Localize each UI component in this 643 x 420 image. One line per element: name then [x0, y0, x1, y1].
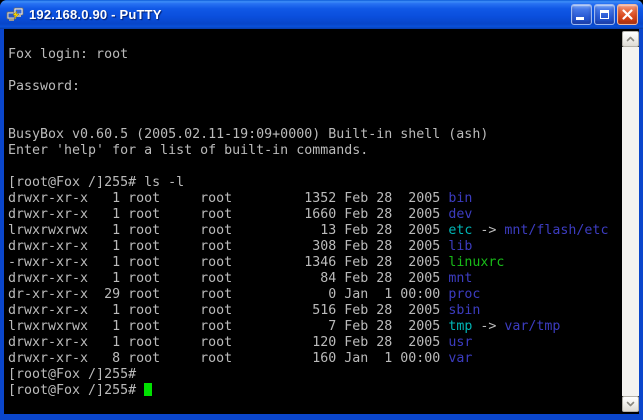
scrollbar[interactable] [622, 31, 639, 412]
ls-row: drwxr-xr-x 1 root root 1352 Feb 28 2005 … [8, 191, 622, 207]
file-name: usr [448, 335, 472, 350]
scrollbar-track[interactable] [622, 47, 639, 396]
ls-row: lrwxrwxrwx 1 root root 7 Feb 28 2005 tmp… [8, 319, 622, 335]
terminal-line [8, 111, 622, 127]
terminal-line [8, 159, 622, 175]
ls-row: drwxr-xr-x 8 root root 160 Jan 1 00:00 v… [8, 351, 622, 367]
title-bar[interactable]: 192.168.0.90 - PuTTY [0, 0, 643, 29]
command-line: [root@Fox /]255# ls -l [8, 175, 622, 191]
file-name: linuxrc [448, 255, 504, 270]
ls-row: -rwxr-xr-x 1 root root 1346 Feb 28 2005 … [8, 255, 622, 271]
terminal-line [8, 31, 622, 47]
ls-row: drwxr-xr-x 1 root root 120 Feb 28 2005 u… [8, 335, 622, 351]
file-name: tmp [448, 319, 472, 334]
scroll-up-button[interactable] [622, 31, 639, 47]
symlink-target: mnt/flash/etc [504, 223, 608, 238]
file-name: dev [448, 207, 472, 222]
terminal-cursor [144, 383, 152, 396]
terminal-line: Password: [8, 79, 622, 95]
file-name: lib [448, 239, 472, 254]
file-name: etc [448, 223, 472, 238]
terminal-line: BusyBox v0.60.5 (2005.02.11-19:09+0000) … [8, 127, 622, 143]
terminal-area[interactable]: Fox login: root Password: BusyBox v0.60.… [4, 29, 639, 414]
close-button[interactable] [617, 4, 638, 25]
symlink-target: var/tmp [504, 319, 560, 334]
shell-prompt: [root@Fox /]255# [8, 175, 144, 190]
minimize-icon [576, 17, 584, 20]
ls-listing: drwxr-xr-x 1 root root 1352 Feb 28 2005 … [8, 191, 622, 367]
shell-prompt: [root@Fox /]255# [8, 367, 622, 383]
chevron-up-icon [623, 32, 638, 46]
window-title: 192.168.0.90 - PuTTY [29, 7, 571, 22]
ls-row: drwxr-xr-x 1 root root 516 Feb 28 2005 s… [8, 303, 622, 319]
terminal-line: Enter 'help' for a list of built-in comm… [8, 143, 622, 159]
putty-icon [6, 6, 24, 24]
shell-prompt: [root@Fox /]255# [8, 383, 144, 398]
scroll-down-button[interactable] [622, 396, 639, 412]
file-name: proc [448, 287, 480, 302]
maximize-button[interactable] [594, 4, 615, 25]
window-controls [571, 4, 638, 25]
terminal-line: Fox login: root [8, 47, 622, 63]
ls-row: drwxr-xr-x 1 root root 1660 Feb 28 2005 … [8, 207, 622, 223]
maximize-icon [600, 10, 609, 19]
terminal-output[interactable]: Fox login: root Password: BusyBox v0.60.… [4, 29, 622, 414]
prompt-line: [root@Fox /]255# [8, 383, 622, 399]
ls-row: drwxr-xr-x 1 root root 84 Feb 28 2005 mn… [8, 271, 622, 287]
file-name: bin [448, 191, 472, 206]
file-name: sbin [448, 303, 480, 318]
ls-row: lrwxrwxrwx 1 root root 13 Feb 28 2005 et… [8, 223, 622, 239]
minimize-button[interactable] [571, 4, 592, 25]
terminal-line [8, 95, 622, 111]
shell-command: ls -l [144, 175, 184, 190]
putty-window: 192.168.0.90 - PuTTY Fox login: root Pas… [0, 0, 643, 420]
file-name: mnt [448, 271, 472, 286]
close-icon [619, 6, 636, 23]
ls-row: drwxr-xr-x 1 root root 308 Feb 28 2005 l… [8, 239, 622, 255]
file-name: var [448, 351, 472, 366]
ls-row: dr-xr-xr-x 29 root root 0 Jan 1 00:00 pr… [8, 287, 622, 303]
chevron-down-icon [623, 397, 638, 411]
terminal-line [8, 63, 622, 79]
